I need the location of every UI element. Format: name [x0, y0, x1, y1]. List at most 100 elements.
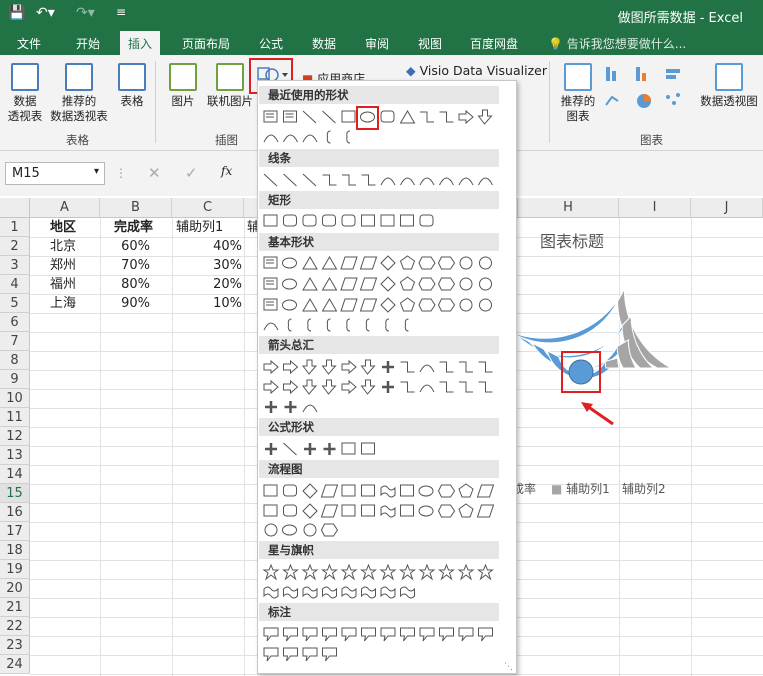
cell-a1[interactable]: 地区	[50, 218, 76, 237]
row-header-9[interactable]: 9	[0, 370, 30, 389]
shape-row-arrows-2[interactable]	[262, 378, 500, 396]
tab-page-layout[interactable]: 页面布局	[182, 35, 230, 52]
shape-row-flow-2[interactable]	[262, 502, 500, 520]
row-header-24[interactable]: 24	[0, 655, 30, 674]
column-header-a[interactable]: A	[30, 198, 100, 218]
cell-a4[interactable]: 福州	[50, 275, 76, 294]
row-header-6[interactable]: 6	[0, 313, 30, 332]
row-header-15[interactable]: 15	[0, 484, 30, 503]
shape-row-recent-2[interactable]	[262, 128, 500, 146]
shape-row-flow-3[interactable]	[262, 521, 500, 539]
row-header-17[interactable]: 17	[0, 522, 30, 541]
shape-row-basic-2[interactable]	[262, 275, 500, 293]
row-header-3[interactable]: 3	[0, 256, 30, 275]
pivot-chart-button[interactable]: 数据透视图	[697, 63, 761, 109]
cell-c2[interactable]: 40%	[172, 237, 242, 256]
tab-baidu[interactable]: 百度网盘	[470, 35, 518, 52]
cell-c1[interactable]: 辅助列1	[176, 218, 223, 237]
shape-row-basic-1[interactable]	[262, 254, 500, 272]
shape-glyphs	[263, 297, 492, 313]
tab-insert[interactable]: 插入	[120, 31, 161, 55]
tab-data[interactable]: 数据	[312, 35, 336, 52]
visio-button[interactable]: ◆ Visio Data Visualizer	[406, 63, 547, 78]
redo-icon[interactable]: ↷▾	[76, 5, 95, 21]
cell-c4[interactable]: 20%	[172, 275, 242, 294]
row-header-16[interactable]: 16	[0, 503, 30, 522]
row-header-18[interactable]: 18	[0, 541, 30, 560]
cell-b3[interactable]: 70%	[100, 256, 150, 275]
row-header-7[interactable]: 7	[0, 332, 30, 351]
tab-review[interactable]: 审阅	[365, 35, 389, 52]
picture-button[interactable]: 图片	[166, 63, 200, 109]
cell-d1[interactable]: 辅	[247, 218, 257, 237]
column-header-j[interactable]: J	[691, 198, 763, 218]
resize-grip-icon[interactable]: ⋱	[504, 662, 513, 672]
customize-toolbar-icon[interactable]: ≡	[116, 5, 126, 19]
legend-entry-3[interactable]: 辅助列2	[622, 480, 666, 497]
cell-c5[interactable]: 10%	[172, 294, 242, 313]
cell-a3[interactable]: 郑州	[50, 256, 76, 275]
cell-b4[interactable]: 80%	[100, 275, 150, 294]
cell-c3[interactable]: 30%	[172, 256, 242, 275]
shape-row-basic-3[interactable]	[262, 296, 500, 314]
row-header-11[interactable]: 11	[0, 408, 30, 427]
insert-function-icon[interactable]: fx	[221, 164, 232, 178]
row-header-19[interactable]: 19	[0, 560, 30, 579]
row-header-1[interactable]: 1	[0, 218, 30, 237]
ring-series1-0[interactable]	[515, 288, 625, 344]
cell-b2[interactable]: 60%	[100, 237, 150, 256]
save-icon[interactable]: 💾	[8, 5, 25, 21]
row-header-13[interactable]: 13	[0, 446, 30, 465]
tell-me-box[interactable]: 💡 告诉我您想要做什么...	[548, 35, 686, 52]
table-button[interactable]: 表格	[114, 63, 150, 109]
shape-row-arrows-1[interactable]	[262, 358, 500, 376]
row-header-23[interactable]: 23	[0, 636, 30, 655]
shape-row-callouts-2[interactable]	[262, 645, 500, 663]
shape-row-basic-4[interactable]	[262, 316, 500, 334]
tab-file[interactable]: 文件	[17, 35, 41, 52]
cell-a2[interactable]: 北京	[50, 237, 76, 256]
cell-b1[interactable]: 完成率	[114, 218, 153, 237]
shape-row-callouts-1[interactable]	[262, 625, 500, 643]
column-header-d[interactable]	[244, 198, 258, 218]
row-header-8[interactable]: 8	[0, 351, 30, 370]
select-all-corner[interactable]	[0, 198, 30, 218]
row-header-14[interactable]: 14	[0, 465, 30, 484]
legend-entry-2[interactable]: ■ 辅助列1	[551, 480, 610, 497]
chart-area[interactable]: 图表标题 成率 ■ 辅助列1 辅助列2	[512, 218, 763, 508]
row-header-21[interactable]: 21	[0, 598, 30, 617]
cancel-icon[interactable]: ✕	[148, 164, 161, 182]
shape-row-recent-1[interactable]	[262, 108, 500, 126]
undo-icon[interactable]: ↶▾	[36, 5, 55, 21]
shape-row-flow-1[interactable]	[262, 482, 500, 500]
row-header-4[interactable]: 4	[0, 275, 30, 294]
shape-row-equation[interactable]	[262, 440, 500, 458]
confirm-icon[interactable]: ✓	[185, 164, 198, 182]
tab-formulas[interactable]: 公式	[259, 35, 283, 52]
shape-row-stars-2[interactable]	[262, 583, 500, 601]
shape-row-stars-1[interactable]	[262, 563, 500, 581]
row-header-10[interactable]: 10	[0, 389, 30, 408]
recommended-pivot-button[interactable]: 推荐的 数据透视表	[48, 63, 110, 124]
recommended-charts-button[interactable]: 推荐的 图表	[556, 63, 600, 124]
column-header-i[interactable]: I	[619, 198, 691, 218]
cell-a5[interactable]: 上海	[50, 294, 76, 313]
pivot-table-button[interactable]: 数据 透视表	[5, 63, 45, 124]
row-header-22[interactable]: 22	[0, 617, 30, 636]
tab-view[interactable]: 视图	[418, 35, 442, 52]
name-box[interactable]: M15 ▾	[5, 162, 105, 185]
column-header-b[interactable]: B	[100, 198, 172, 218]
cell-b5[interactable]: 90%	[100, 294, 150, 313]
row-header-5[interactable]: 5	[0, 294, 30, 313]
shape-row-rectangles[interactable]	[262, 212, 500, 230]
row-header-12[interactable]: 12	[0, 427, 30, 446]
shape-row-lines[interactable]	[262, 171, 500, 189]
chart-type-gallery[interactable]	[604, 63, 692, 129]
row-header-20[interactable]: 20	[0, 579, 30, 598]
column-header-h[interactable]: H	[517, 198, 619, 218]
tab-home[interactable]: 开始	[76, 35, 100, 52]
pivot-chart-icon	[715, 63, 743, 91]
row-header-2[interactable]: 2	[0, 237, 30, 256]
shape-row-arrows-3[interactable]	[262, 398, 500, 416]
column-header-c[interactable]: C	[172, 198, 244, 218]
